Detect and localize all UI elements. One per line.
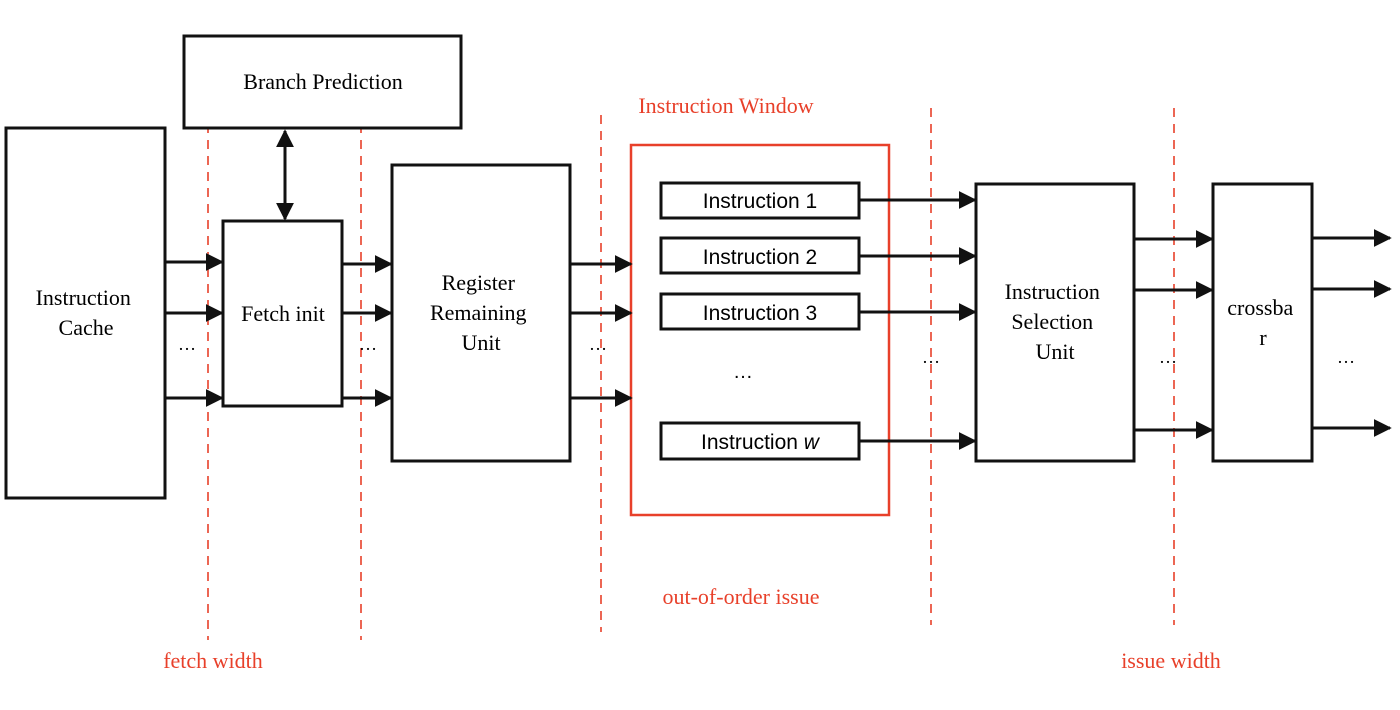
instruction-cache-block — [4, 126, 167, 500]
fetch-to-register-arrows — [343, 255, 393, 407]
svg-text:Instruction 1: Instruction 1 — [703, 190, 817, 213]
ellipsis-cache-fetch: … — [178, 334, 196, 354]
fetch-width-label: fetch width — [163, 648, 263, 673]
ellipsis-register-window: … — [589, 334, 607, 354]
branch-prediction-label: Branch Prediction — [243, 69, 402, 94]
pipeline-diagram: Instruction Cache Branch Prediction Fetc… — [4, 34, 1392, 673]
fetch-unit-label: Fetch init — [241, 301, 325, 326]
out-of-order-label: out-of-order issue — [662, 584, 819, 609]
window-entry-3: Instruction 3 — [659, 292, 861, 331]
cache-to-fetch-arrows — [166, 253, 224, 407]
ellipsis-fetch-register: … — [359, 334, 377, 354]
svg-text:Instruction 3: Instruction 3 — [703, 302, 817, 325]
svg-text:Instruction w: Instruction w — [701, 431, 821, 454]
svg-text:Instruction 2: Instruction 2 — [703, 246, 817, 269]
window-entry-2: Instruction 2 — [659, 236, 861, 275]
crossbar-block — [1211, 182, 1314, 463]
window-entry-1: Instruction 1 — [659, 181, 861, 220]
crossbar-output-arrows — [1313, 229, 1392, 437]
instruction-window-title: Instruction Window — [638, 93, 813, 118]
window-entry-w: Instruction w — [659, 421, 861, 461]
ellipsis-window-selection: … — [922, 347, 940, 367]
window-ellipsis: … — [733, 361, 753, 383]
issue-width-label: issue width — [1121, 648, 1221, 673]
window-to-selection-arrows — [860, 191, 977, 450]
ellipsis-selection-crossbar: … — [1159, 347, 1177, 367]
ellipsis-crossbar-output: … — [1337, 347, 1355, 367]
